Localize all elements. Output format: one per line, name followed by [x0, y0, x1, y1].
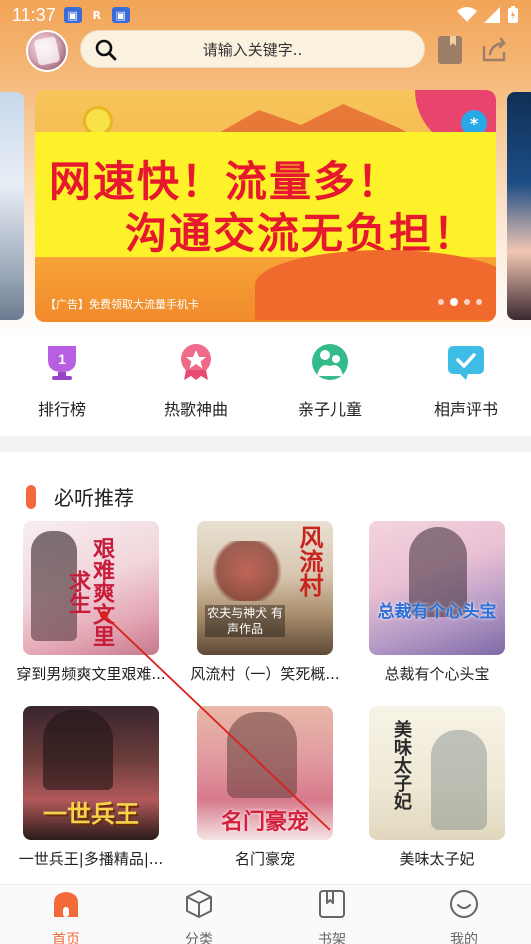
book-cover-title: 美味太子妃: [391, 720, 412, 810]
tab-bookshelf[interactable]: 书架: [292, 889, 372, 944]
book-cover-title: 一世兵王: [43, 800, 139, 828]
bookmark-book-icon[interactable]: [438, 36, 462, 64]
book-cover[interactable]: 风流村 农夫与神犬 有声作品: [197, 521, 333, 655]
category-label: 热歌神曲: [163, 400, 228, 419]
pagination-dot-active[interactable]: [450, 298, 458, 306]
book-cover-title: 名门豪宠: [220, 810, 309, 835]
category-crosstalk[interactable]: 相声评书: [416, 342, 516, 420]
avatar-image: [33, 35, 61, 67]
top-header: 请输入关键字..: [0, 28, 531, 72]
svg-text:1: 1: [58, 351, 66, 367]
book-title: 名门豪宠: [234, 850, 295, 868]
book-cover[interactable]: 艰难爽文里求生: [23, 521, 159, 655]
battery-icon: [508, 6, 518, 23]
cover-figure: [43, 710, 113, 790]
wifi-icon: [457, 7, 477, 22]
category-parent-child[interactable]: 亲子儿童: [280, 342, 380, 420]
bottom-tab-bar: 首页 分类 书架 我的: [0, 884, 531, 944]
category-label: 亲子儿童: [297, 400, 362, 419]
book-title: 美味太子妃: [399, 850, 475, 868]
book-cover-subtitle: 农夫与神犬 有声作品: [205, 605, 285, 637]
book-title: 总裁有个心头宝: [384, 665, 490, 683]
tab-label: 我的: [450, 932, 478, 944]
banner-pagination: [438, 298, 482, 306]
tab-label: 书架: [318, 932, 346, 944]
book-cover-title: 总裁有个心头宝: [377, 602, 497, 622]
book-title: 一世兵王|多播精品|...: [18, 850, 164, 868]
book-cover[interactable]: 美味太子妃: [369, 706, 505, 840]
section-divider: [0, 436, 531, 452]
book-title: 穿到男频爽文里艰难...: [16, 665, 166, 683]
trophy-icon: 1: [48, 346, 76, 380]
signal-icon: [484, 7, 500, 23]
tab-mine[interactable]: 我的: [424, 889, 504, 944]
app-notification-icon-2: ▣: [111, 7, 130, 23]
pagination-dot[interactable]: [464, 299, 470, 305]
cover-tree: [207, 541, 287, 601]
book-cover-title: 艰难爽文里求生: [65, 537, 114, 647]
banner-wave-decoration: [255, 250, 496, 320]
tab-home[interactable]: 首页: [26, 889, 106, 944]
book-card[interactable]: 总裁有个心头宝 总裁有个心头宝: [362, 521, 512, 684]
banner-ad-text: 【广告】免费领取大流量手机卡: [45, 298, 199, 311]
book-cover[interactable]: 名门豪宠: [197, 706, 333, 840]
cover-figure: [227, 712, 297, 798]
book-card[interactable]: 美味太子妃 美味太子妃: [362, 706, 512, 869]
category-shortcuts: 1 排行榜 热歌神曲 亲子儿童 相声评书: [0, 342, 531, 422]
book-card[interactable]: 名门豪宠 名门豪宠: [190, 706, 340, 869]
star-badge-icon: [181, 344, 211, 380]
category-hot-songs[interactable]: 热歌神曲: [146, 342, 246, 420]
share-icon[interactable]: [480, 34, 510, 64]
section-header: 必听推荐: [26, 482, 134, 511]
book-card[interactable]: 一世兵王 一世兵王|多播精品|...: [16, 706, 166, 869]
tab-label: 分类: [185, 932, 213, 944]
smile-icon: [450, 890, 478, 918]
search-bar[interactable]: 请输入关键字..: [80, 30, 425, 68]
book-cover[interactable]: 一世兵王: [23, 706, 159, 840]
book-card[interactable]: 艰难爽文里求生 穿到男频爽文里艰难...: [16, 521, 166, 684]
section-accent-bar: [26, 484, 36, 509]
cover-figure: [431, 730, 487, 830]
book-title: 风流村（一）笑死概...: [190, 665, 340, 683]
section-title: 必听推荐: [54, 486, 134, 510]
tab-category[interactable]: 分类: [159, 889, 239, 944]
status-bar: 11:37 ▣ R ▣: [0, 0, 531, 30]
category-rankings[interactable]: 1 排行榜: [12, 342, 112, 420]
r-notification-icon: R: [92, 8, 101, 22]
banner-next-preview[interactable]: [507, 92, 531, 320]
pagination-dot[interactable]: [438, 299, 444, 305]
pagination-dot[interactable]: [476, 299, 482, 305]
book-cover-title: 风流村: [295, 525, 323, 597]
status-time: 11:37: [12, 4, 56, 25]
tab-label: 首页: [52, 932, 80, 944]
home-icon: [54, 892, 78, 917]
app-notification-icon: ▣: [63, 7, 82, 23]
category-label: 排行榜: [37, 400, 86, 419]
book-card[interactable]: 风流村 农夫与神犬 有声作品 风流村（一）笑死概...: [190, 521, 340, 684]
bookshelf-icon: [319, 890, 345, 918]
cube-icon: [186, 890, 212, 918]
banner-prev-preview[interactable]: [0, 92, 24, 320]
banner-carousel[interactable]: * 网速快！流量多！ 沟通交流无负担！ 【广告】免费领取大流量手机卡: [0, 90, 531, 322]
search-placeholder: 请输入关键字..: [202, 40, 303, 59]
parent-child-icon: [312, 344, 348, 380]
category-label: 相声评书: [433, 400, 498, 419]
book-cover[interactable]: 总裁有个心头宝: [369, 521, 505, 655]
chat-check-icon: [448, 346, 484, 380]
avatar[interactable]: [26, 30, 68, 72]
banner-ad[interactable]: * 网速快！流量多！ 沟通交流无负担！ 【广告】免费领取大流量手机卡: [35, 90, 496, 322]
